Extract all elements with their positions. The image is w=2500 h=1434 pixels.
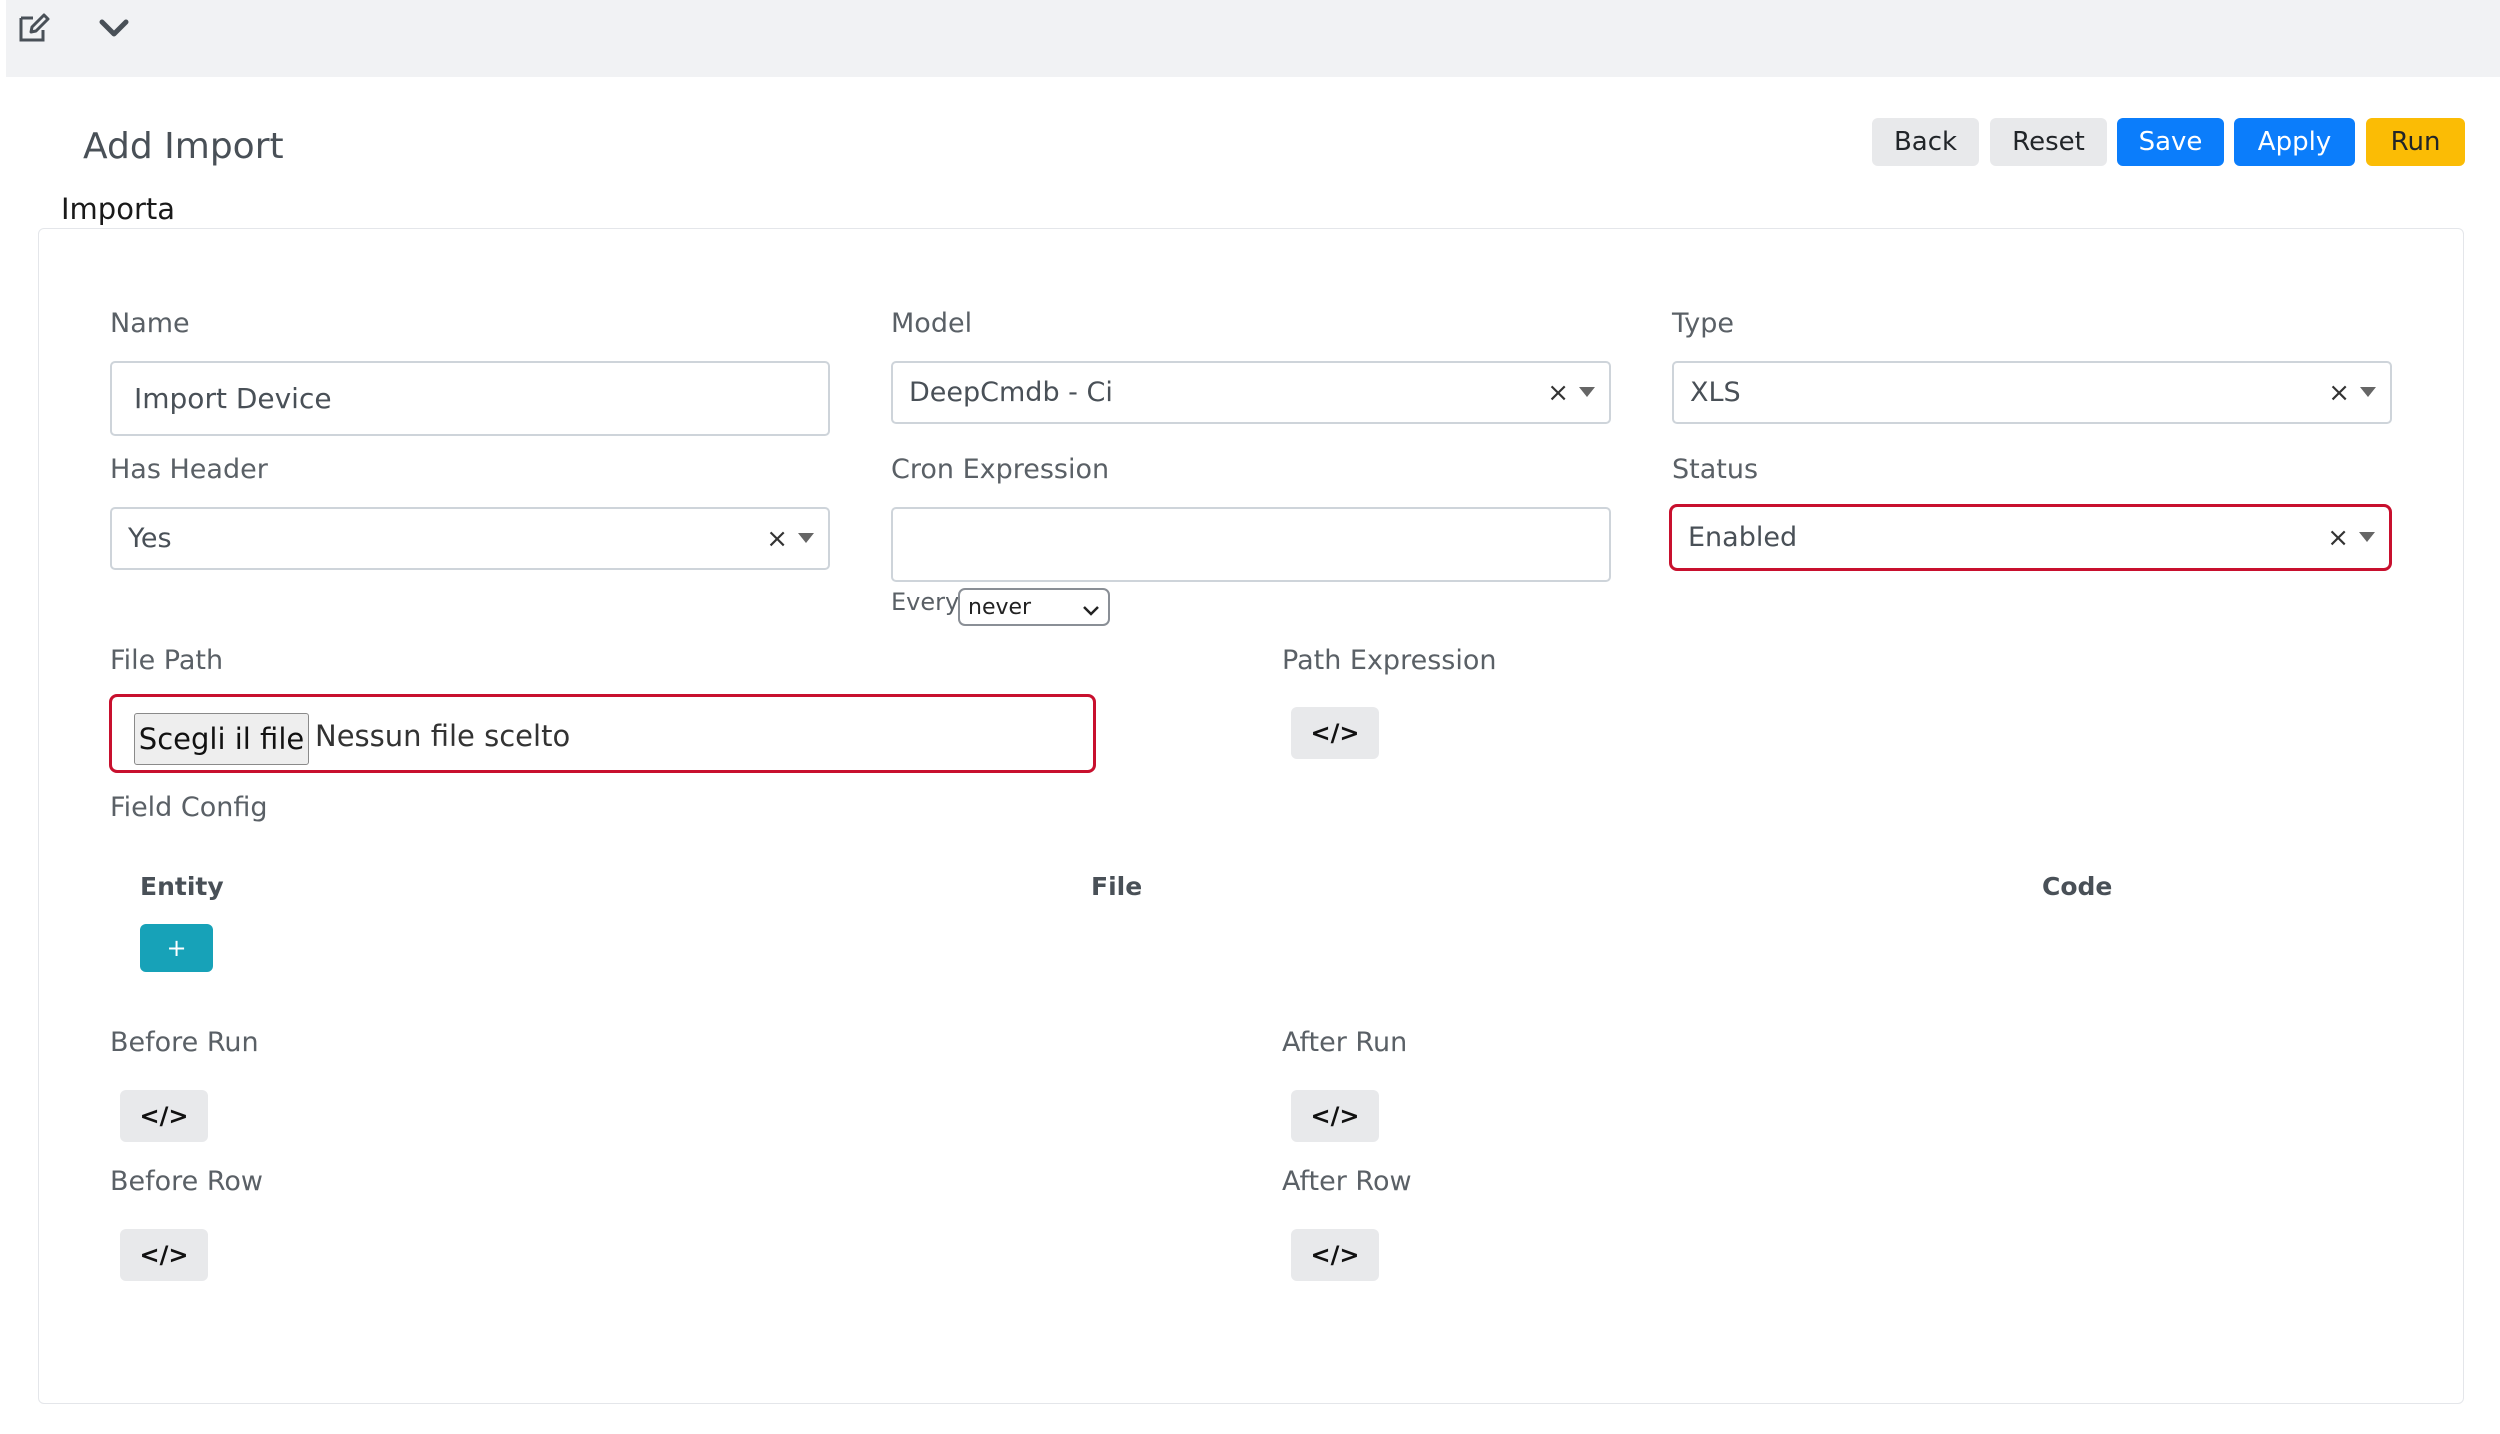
choose-file-button[interactable]: Scegli il file	[134, 713, 309, 765]
before-run-code-button[interactable]: </>	[120, 1090, 208, 1142]
has-header-select[interactable]: Yes ×	[110, 507, 830, 570]
cron-expression-label: Cron Expression	[891, 454, 1110, 485]
model-select-value: DeepCmdb - Ci	[909, 377, 1113, 408]
column-header-code: Code	[2042, 872, 2113, 901]
name-input-value: Import Device	[134, 382, 332, 415]
page-title: Add Import	[83, 126, 284, 167]
before-run-label: Before Run	[110, 1027, 259, 1058]
code-icon: </>	[1310, 719, 1360, 747]
type-label: Type	[1672, 308, 1735, 339]
path-expression-code-button[interactable]: </>	[1291, 707, 1379, 759]
name-label: Name	[110, 308, 190, 339]
before-row-code-button[interactable]: </>	[120, 1229, 208, 1281]
after-run-code-button[interactable]: </>	[1291, 1090, 1379, 1142]
model-select[interactable]: DeepCmdb - Ci ×	[891, 361, 1611, 424]
status-label: Status	[1672, 454, 1759, 485]
type-select[interactable]: XLS ×	[1672, 361, 2392, 424]
run-button[interactable]: Run	[2366, 118, 2465, 166]
file-path-input[interactable]: Scegli il file Nessun file scelto	[109, 694, 1096, 773]
before-row-label: Before Row	[110, 1166, 264, 1197]
cron-expression-input[interactable]	[891, 507, 1611, 582]
name-input[interactable]: Import Device	[110, 361, 830, 436]
path-expression-label: Path Expression	[1282, 645, 1497, 676]
reset-button[interactable]: Reset	[1990, 118, 2107, 166]
page-subtitle: Importa	[61, 192, 176, 226]
dropdown-arrow-icon[interactable]	[1579, 386, 1595, 397]
after-row-label: After Row	[1282, 1166, 1412, 1197]
dropdown-arrow-icon[interactable]	[2359, 531, 2375, 542]
add-field-button[interactable]: +	[140, 924, 213, 972]
clear-icon[interactable]: ×	[2327, 523, 2349, 553]
has-header-select-value: Yes	[128, 523, 172, 554]
type-select-value: XLS	[1690, 377, 1741, 408]
edit-icon[interactable]	[14, 8, 54, 48]
back-button[interactable]: Back	[1872, 118, 1979, 166]
every-select[interactable]: never	[958, 588, 1110, 626]
code-icon: </>	[139, 1102, 189, 1130]
after-row-code-button[interactable]: </>	[1291, 1229, 1379, 1281]
column-header-file: File	[1091, 872, 1143, 901]
every-label: Every	[891, 588, 960, 616]
field-config-label: Field Config	[110, 792, 268, 823]
file-path-label: File Path	[110, 645, 224, 676]
status-select-value: Enabled	[1688, 522, 1798, 553]
status-select[interactable]: Enabled ×	[1669, 504, 2392, 571]
code-icon: </>	[1310, 1241, 1360, 1269]
chevron-down-icon	[1082, 598, 1100, 623]
save-button[interactable]: Save	[2117, 118, 2224, 166]
model-label: Model	[891, 308, 973, 339]
dropdown-arrow-icon[interactable]	[2360, 386, 2376, 397]
clear-icon[interactable]: ×	[766, 524, 788, 554]
chevron-down-icon[interactable]	[94, 8, 134, 48]
file-status-text: Nessun file scelto	[315, 719, 571, 753]
has-header-label: Has Header	[110, 454, 268, 485]
column-header-entity: Entity	[140, 872, 224, 901]
top-toolbar	[6, 0, 2500, 77]
after-run-label: After Run	[1282, 1027, 1408, 1058]
code-icon: </>	[139, 1241, 189, 1269]
clear-icon[interactable]: ×	[2328, 378, 2350, 408]
every-select-value: never	[968, 594, 1032, 620]
clear-icon[interactable]: ×	[1547, 378, 1569, 408]
apply-button[interactable]: Apply	[2234, 118, 2355, 166]
dropdown-arrow-icon[interactable]	[798, 532, 814, 543]
code-icon: </>	[1310, 1102, 1360, 1130]
